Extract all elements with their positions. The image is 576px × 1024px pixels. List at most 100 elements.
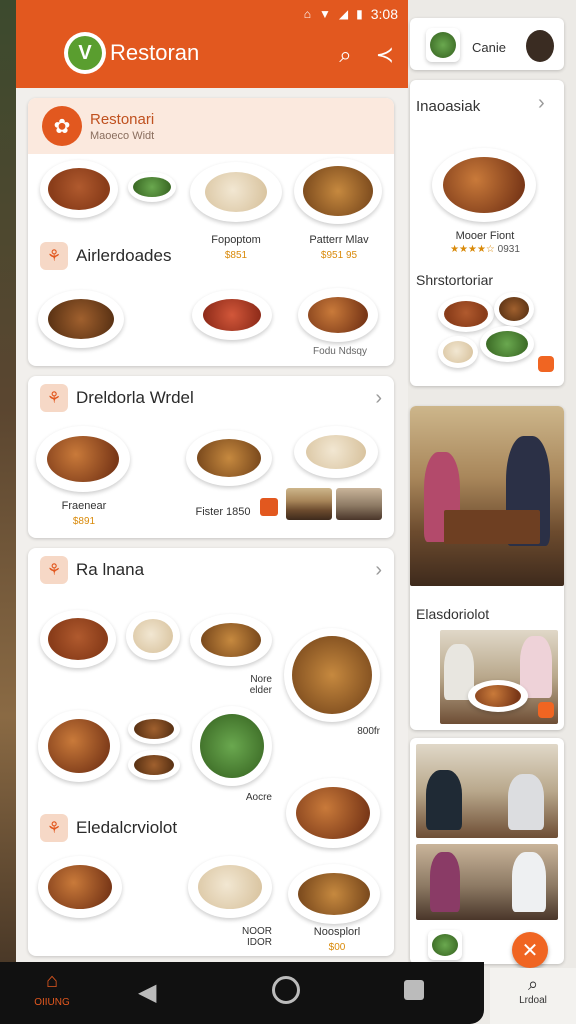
card-right-2-title: Elasdoriolot <box>416 606 490 622</box>
side-dish-image <box>128 750 180 780</box>
item-name: Fopoptom <box>211 234 261 246</box>
dining-photo <box>416 844 558 920</box>
vegetable-dish-image <box>38 710 120 782</box>
soup-bowl-image <box>40 160 118 218</box>
app-logo[interactable]: V <box>64 32 106 74</box>
nav-home[interactable]: ⌂ OIIUNG <box>22 970 82 1008</box>
item-label: Aocre <box>245 792 272 803</box>
hero-title: Restonari <box>90 110 155 128</box>
section-title: Shrstortoriar <box>416 272 494 288</box>
home-icon: ⌂ <box>45 970 59 992</box>
status-bar: ⌂ ▼ ◢ ▮ 3:08 <box>16 0 408 28</box>
category-badge-icon: ⚘ <box>40 556 68 584</box>
search-icon[interactable]: ⌕ <box>339 42 351 68</box>
item-price: $851 <box>224 250 248 261</box>
search-icon: ⌕ <box>527 974 539 994</box>
item-price: ★★★★☆ 0931 <box>430 244 540 255</box>
soup-bowl-image <box>40 610 116 668</box>
card-2-title: Dreldorla Wrdel <box>76 388 194 407</box>
card-right-1-title: Inaoasiak <box>416 98 481 115</box>
item-name: Mooer Fiont <box>455 230 515 242</box>
noodle-plate-image <box>284 628 380 722</box>
favorite-icon[interactable] <box>538 356 554 372</box>
nav-search-label: Lrdoal <box>519 995 547 1006</box>
item-name: Fister 1850 <box>195 506 251 518</box>
restaurant-thumbnail[interactable] <box>336 488 382 520</box>
item-name: Patterr Mlav <box>309 234 369 246</box>
sausage-dish-image <box>192 290 272 340</box>
curry-dish-image <box>298 288 378 342</box>
chicken-platter-image <box>294 158 382 224</box>
fried-chicken-dish-image <box>186 430 272 486</box>
category-badge-icon: ⚘ <box>40 384 68 412</box>
dessert-bowl-image <box>126 612 180 660</box>
user-name: Canie <box>472 40 506 55</box>
dining-table <box>444 510 540 544</box>
side-dish-image <box>480 326 534 362</box>
battery-icon: ▮ <box>356 7 363 21</box>
side-dish-image <box>438 336 478 368</box>
favorite-icon[interactable] <box>538 702 554 718</box>
rating-value: 0931 <box>497 244 520 255</box>
item-name: Fodu Ndsqy <box>313 346 367 357</box>
wifi-icon: ▼ <box>319 7 331 21</box>
chevron-right-icon[interactable]: › <box>375 387 382 410</box>
restaurant-thumbnail[interactable] <box>286 488 332 520</box>
restaurant-card-2[interactable]: ⚘ Dreldorla Wrdel › Fraenear $891 Fister… <box>28 376 394 538</box>
restaurant-card-1[interactable]: ✿ Restonari Maoeco Widt ⚘ Airlerdoades F… <box>28 98 394 366</box>
item-label: Nore elder <box>249 674 272 696</box>
restaurant-card-4[interactable]: ⚘ Eledalcrviolot NOOR IDOR Noosplorl $00 <box>28 806 394 962</box>
bread-dish-image <box>190 162 282 222</box>
chicken-dish-image <box>38 856 122 918</box>
item-label: 800fr <box>357 726 380 737</box>
restaurant-card-right-3[interactable] <box>410 738 564 964</box>
category-badge-icon: ⚘ <box>40 242 68 270</box>
category-badge-icon: ⚘ <box>40 814 68 842</box>
leaf-icon: V <box>68 36 102 70</box>
soup-bowl-image <box>438 296 494 332</box>
card-4-title: Eledalcrviolot <box>76 818 178 837</box>
navigation-bar: ⌂ OIIUNG ◀ <box>0 962 484 1024</box>
app-title: Restoran <box>110 40 200 65</box>
leaf-plate-image <box>192 706 272 786</box>
grilled-meat-dish-image <box>36 426 130 492</box>
diner-person <box>508 774 544 830</box>
item-name: Fraenear <box>61 500 107 512</box>
item-name: NOOR IDOR <box>242 926 272 948</box>
nav-search[interactable]: ⌕ Lrdoal <box>490 968 576 1024</box>
meatball-dish-image <box>38 290 124 348</box>
item-price: $891 <box>72 516 96 527</box>
side-dish-image <box>128 714 180 744</box>
chevron-right-icon[interactable]: › <box>375 559 382 582</box>
profile-header[interactable]: Canie <box>410 18 564 70</box>
rating-stars-icon: ★★★★☆ <box>450 244 495 255</box>
share-icon[interactable]: ≺ <box>376 42 394 68</box>
dining-photo <box>410 406 564 586</box>
side-dish-image <box>428 930 462 960</box>
item-price: $951 95 <box>320 250 358 261</box>
rice-dish-image <box>188 856 272 918</box>
close-fab-icon[interactable]: ✕ <box>512 932 548 968</box>
recents-icon[interactable] <box>404 980 424 1000</box>
item-price: $00 <box>328 942 346 953</box>
nav-home-label: OIIUNG <box>34 997 70 1008</box>
diner-person <box>430 852 460 912</box>
dining-photo <box>416 744 558 838</box>
restaurant-card-right-2[interactable]: Elasdoriolot <box>410 406 564 730</box>
restaurant-logo-icon: ✿ <box>42 106 82 146</box>
home-button-icon[interactable] <box>272 976 300 1004</box>
shared-dish-image <box>468 680 528 712</box>
restaurant-card-right-1[interactable]: Inaoasiak › Mooer Fiont ★★★★☆ 0931 Shrst… <box>410 80 564 386</box>
side-dish-image <box>494 292 534 326</box>
tag-icon <box>260 498 278 516</box>
diner-person <box>512 852 546 912</box>
chicken-dish-image <box>432 148 536 222</box>
back-icon[interactable]: ◀ <box>138 978 156 1007</box>
avatar[interactable] <box>526 30 554 62</box>
item-name: Noosplorl <box>313 926 361 938</box>
chevron-right-icon[interactable]: › <box>538 92 545 115</box>
app-window: ⌂ ▼ ◢ ▮ 3:08 V Restoran ⌕ ≺ ✿ Restonari … <box>16 0 408 962</box>
status-time: 3:08 <box>370 6 398 22</box>
side-dish-image <box>128 172 176 202</box>
card-3-title: Ra lnana <box>76 560 145 579</box>
